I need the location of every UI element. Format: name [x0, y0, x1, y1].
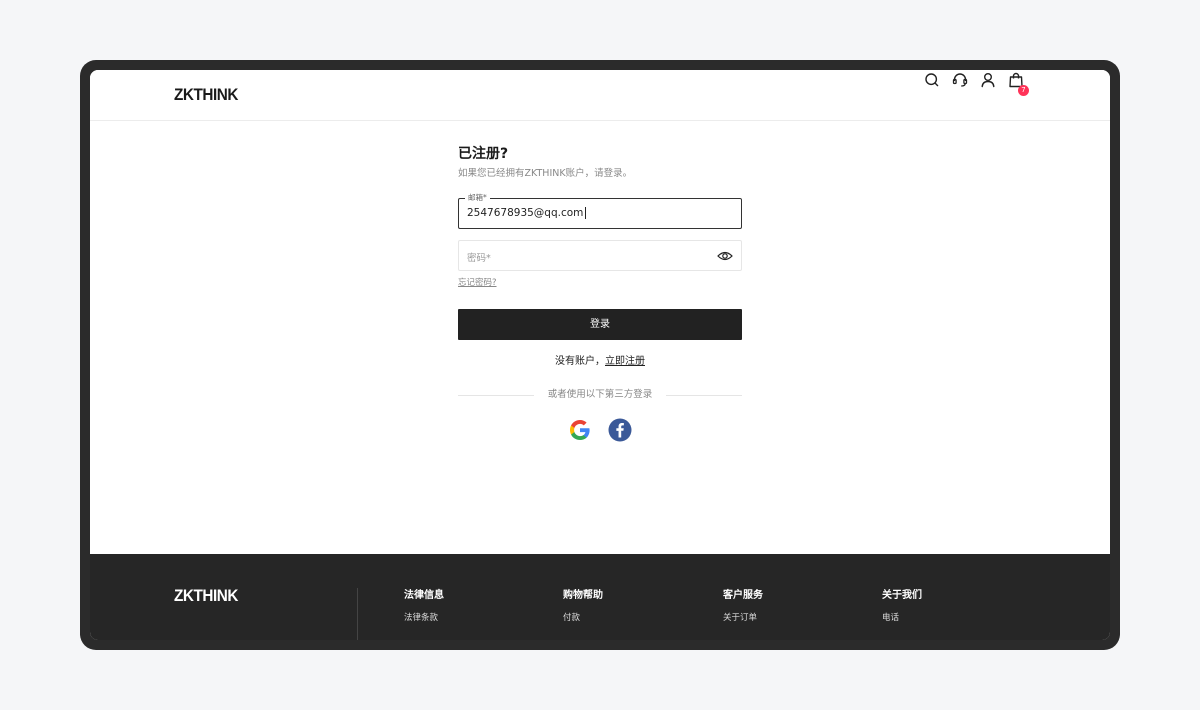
register-prompt: 没有账户，立即注册	[458, 352, 742, 367]
footer-col-legal: 法律信息 法律条款	[404, 589, 444, 624]
eye-icon[interactable]	[717, 249, 733, 263]
user-icon[interactable]	[978, 70, 998, 90]
brand-logo[interactable]: ZKTHINK	[174, 85, 238, 105]
footer-logo[interactable]: ZKTHINK	[174, 586, 238, 606]
footer-col-title: 客户服务	[723, 590, 763, 601]
social-login	[568, 418, 632, 442]
footer-link[interactable]: 付款	[563, 613, 603, 624]
password-placeholder: 密码*	[467, 253, 491, 264]
email-label: 邮箱*	[465, 193, 490, 203]
facebook-icon[interactable]	[608, 418, 632, 442]
footer-col-customer-service: 客户服务 关于订单	[723, 589, 763, 624]
login-button[interactable]: 登录	[458, 309, 742, 340]
footer-divider	[357, 588, 358, 640]
form-subtitle: 如果您已经拥有ZKTHINK账户，请登录。	[458, 168, 633, 179]
footer-col-about-us: 关于我们 电话	[882, 589, 922, 624]
page-screen: ZKTHINK 7 已注册? 如果您已经拥有ZKTHINK账户，请登录。 邮箱*…	[90, 70, 1110, 640]
site-footer: ZKTHINK 法律信息 法律条款 购物帮助 付款 客户服务 关于订单 关于我们…	[90, 554, 1110, 640]
email-value-text: 2547678935@qq.com	[467, 207, 584, 219]
email-field[interactable]: 邮箱* 2547678935@qq.com	[458, 193, 742, 229]
cart-count-badge: 7	[1018, 85, 1029, 96]
forgot-password-link[interactable]: 忘记密码?	[458, 276, 497, 288]
text-caret	[585, 207, 587, 219]
footer-col-shopping-help: 购物帮助 付款	[563, 589, 603, 624]
top-header: ZKTHINK 7	[90, 70, 1110, 121]
footer-link[interactable]: 关于订单	[723, 613, 763, 624]
search-icon[interactable]	[922, 70, 942, 90]
password-field[interactable]: 密码*	[458, 240, 742, 271]
email-input[interactable]: 2547678935@qq.com	[467, 207, 587, 220]
footer-col-title: 法律信息	[404, 590, 444, 601]
divider-line-right	[666, 395, 742, 396]
google-icon[interactable]	[568, 418, 592, 442]
no-account-text: 没有账户，	[555, 356, 605, 367]
register-link[interactable]: 立即注册	[605, 356, 645, 367]
footer-col-title: 关于我们	[882, 590, 922, 601]
login-form: 已注册? 如果您已经拥有ZKTHINK账户，请登录。 邮箱* 254767893…	[458, 144, 742, 442]
form-title: 已注册?	[458, 146, 509, 162]
third-party-divider: 或者使用以下第三方登录	[458, 389, 742, 401]
footer-link[interactable]: 电话	[882, 613, 922, 624]
footer-link[interactable]: 法律条款	[404, 613, 444, 624]
customer-service-icon[interactable]	[950, 70, 970, 90]
footer-col-title: 购物帮助	[563, 590, 603, 601]
